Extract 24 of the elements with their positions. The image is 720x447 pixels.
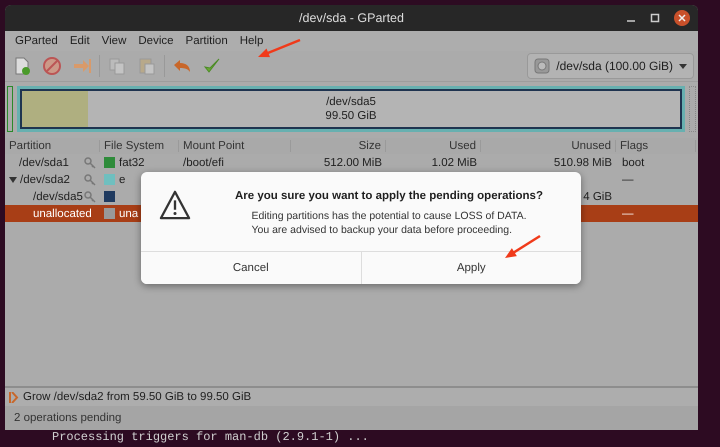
operation-text: Grow /dev/sda2 from 59.50 GiB to 99.50 GiB [23, 391, 252, 403]
unused-text: 4 GiB [583, 190, 612, 202]
size-text: 512.00 MiB [324, 156, 382, 168]
partition-name: /dev/sda2 [20, 174, 70, 186]
status-text: 2 operations pending [14, 412, 122, 424]
used-text: 1.02 MiB [432, 156, 477, 168]
partition-name: /dev/sda1 [19, 156, 69, 168]
dialog-message: Editing partitions has the potential to cause LOSS of DATA. [251, 209, 527, 223]
flags-text: — [622, 174, 634, 186]
partition-size: 99.50 GiB [325, 109, 377, 123]
mount-point-text: /boot/efi [183, 156, 224, 168]
dialog-message: You are advised to backup your data before proceeding. [251, 223, 513, 237]
partition-name: unallocated [33, 208, 92, 220]
terminal-text: Processing triggers for man-db (2.9.1-1) ... [52, 430, 369, 444]
partition-label: /dev/sda5 [326, 95, 376, 109]
unused-text: 510.98 MiB [554, 156, 612, 168]
filesystem-text: fat32 [119, 156, 145, 168]
flags-text: — [622, 208, 634, 220]
filesystem-text: una [119, 208, 138, 220]
dialog-title: Are you sure you want to apply the pending operations? [235, 190, 543, 202]
window-title: /dev/sda - GParted [299, 11, 404, 25]
partition-name: /dev/sda5 [33, 190, 83, 202]
flags-text: boot [622, 156, 644, 168]
filesystem-text: e [119, 174, 126, 186]
